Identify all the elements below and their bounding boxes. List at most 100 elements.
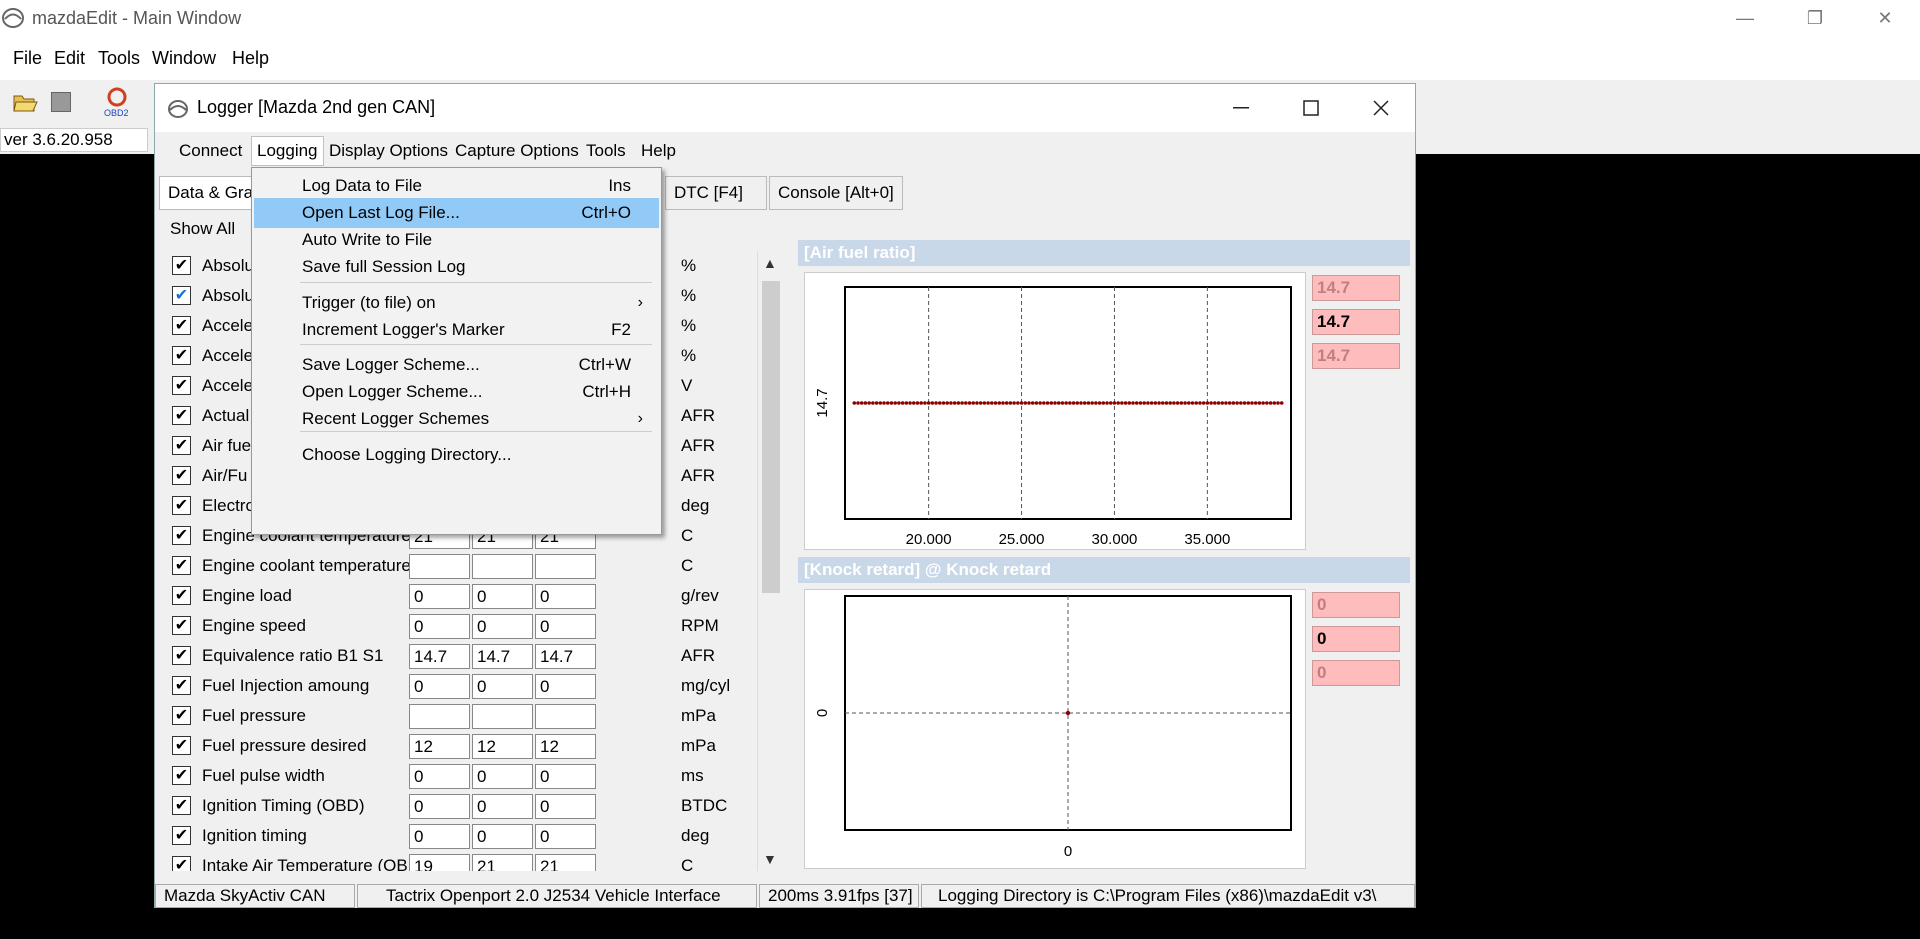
param-checkbox[interactable]: ✔ [172,286,191,305]
close-button[interactable]: ✕ [1850,0,1920,36]
param-checkbox[interactable]: ✔ [172,316,191,335]
param-checkbox[interactable]: ✔ [172,856,191,871]
tab-console[interactable]: Console [Alt+0] [769,176,903,210]
plot-frame [844,286,1292,520]
logging-menu-item[interactable]: Choose Logging Directory... [254,440,659,470]
data-point [885,401,890,405]
param-checkbox[interactable]: ✔ [172,766,191,785]
logging-menu-item[interactable]: Auto Write to File [254,225,659,255]
data-point [1116,401,1120,405]
restore-button[interactable]: ❐ [1780,0,1850,36]
data-point [1253,401,1258,405]
data-point [1265,401,1269,405]
param-checkbox[interactable]: ✔ [172,496,191,515]
logging-menu-item[interactable]: Open Logger Scheme... Ctrl+H [254,377,659,407]
parameter-list-scrollbar[interactable]: ▲ ▼ [757,251,782,871]
param-name: Engine coolant temperature 2 [202,556,426,575]
param-checkbox[interactable]: ✔ [172,646,191,665]
data-point [978,401,983,405]
menu-item-label: Save full Session Log [302,257,466,276]
data-point [871,401,875,405]
data-point [1231,401,1236,405]
menu-edit[interactable]: Edit [54,48,85,69]
param-checkbox[interactable]: ✔ [172,796,191,815]
param-checkbox[interactable]: ✔ [172,406,191,425]
param-value: 0 [409,674,470,699]
data-point [1153,401,1158,405]
param-checkbox[interactable]: ✔ [172,556,191,575]
logger-close-button[interactable] [1346,84,1416,132]
data-point [990,401,994,405]
param-checkbox[interactable]: ✔ [172,346,191,365]
logger-menu-tools[interactable]: Tools [586,141,626,161]
logger-app-icon [168,100,188,118]
data-point [1205,401,1210,405]
param-value: 0 [472,794,533,819]
obd-icon[interactable]: OBD2 [102,86,132,118]
logging-menu-item[interactable]: Recent Logger Schemes › [254,404,659,434]
logger-menu-logging[interactable]: Logging [251,136,324,166]
menu-item-label: Recent Logger Schemes [302,409,490,428]
data-point [889,401,894,405]
data-point [1149,401,1154,405]
data-point [1209,401,1213,405]
param-checkbox[interactable]: ✔ [172,466,191,485]
logging-menu-item[interactable]: Save Logger Scheme... Ctrl+W [254,350,659,380]
chart-knock-current: 0 [1312,626,1400,652]
menu-help[interactable]: Help [232,48,269,69]
data-point [1261,401,1265,405]
param-checkbox[interactable]: ✔ [172,616,191,635]
param-checkbox[interactable]: ✔ [172,256,191,275]
logging-menu-item[interactable]: Log Data to File Ins [254,171,659,201]
data-point [1064,401,1068,405]
data-point [1108,401,1113,405]
logger-maximize-button[interactable] [1276,84,1346,132]
scroll-up-icon[interactable]: ▲ [763,255,777,271]
logging-menu-item[interactable]: Increment Logger's Marker F2 [254,315,659,345]
menu-window[interactable]: Window [152,48,216,69]
param-name: Accele [202,376,254,395]
logger-menu-capture-options[interactable]: Capture Options [455,141,579,161]
stop-icon[interactable] [51,92,71,112]
logger-menu-connect[interactable]: Connect [179,141,242,161]
menu-file[interactable]: File [13,48,42,69]
param-value: 14.7 [472,644,533,669]
logger-minimize-button[interactable] [1206,84,1276,132]
data-point [1164,401,1169,405]
data-point [882,401,886,405]
show-all-button[interactable]: Show All [160,214,245,244]
minimize-button[interactable]: — [1710,0,1780,36]
logger-menu-help[interactable]: Help [641,141,676,161]
menu-separator [300,282,652,283]
tab-dtc[interactable]: DTC [F4] [665,176,767,210]
param-checkbox[interactable]: ✔ [172,706,191,725]
param-checkbox[interactable]: ✔ [172,526,191,545]
param-unit: % [681,256,697,275]
scroll-down-icon[interactable]: ▼ [763,851,777,867]
menu-item-shortcut: Ctrl+W [578,355,631,374]
logging-menu-item[interactable]: Trigger (to file) on › [254,288,659,318]
param-name: Air/Fu [202,466,248,485]
status-interface: Tactrix Openport 2.0 J2534 Vehicle Inter… [357,884,757,908]
param-checkbox[interactable]: ✔ [172,826,191,845]
param-value: 0 [472,584,533,609]
logger-menu-display-options[interactable]: Display Options [329,141,448,161]
logging-menu-item[interactable]: Save full Session Log [254,252,659,282]
menu-tools[interactable]: Tools [98,48,140,69]
param-checkbox[interactable]: ✔ [172,436,191,455]
logging-menu-item[interactable]: Open Last Log File... Ctrl+O [254,198,659,228]
open-folder-icon[interactable] [12,90,38,114]
param-checkbox[interactable]: ✔ [172,376,191,395]
param-checkbox[interactable]: ✔ [172,736,191,755]
param-checkbox[interactable]: ✔ [172,586,191,605]
param-checkbox[interactable]: ✔ [172,676,191,695]
status-protocol: Mazda SkyActiv CAN [155,884,355,908]
data-point [1213,401,1217,405]
data-point [863,401,868,405]
param-name: Accele [202,316,254,335]
scrollbar-thumb[interactable] [762,281,780,593]
param-value: 12 [472,734,533,759]
param-name: Actual [202,406,250,425]
param-value: 0 [472,614,533,639]
param-value: 0 [535,584,596,609]
